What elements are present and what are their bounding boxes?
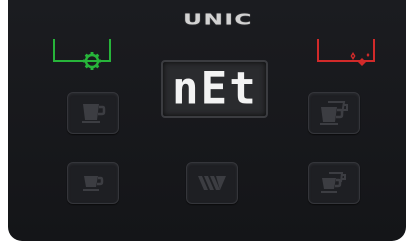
hot-water-button[interactable] <box>186 162 238 204</box>
small-cup-button[interactable] <box>67 162 119 204</box>
large-cup-icon <box>80 102 106 124</box>
hot-water-icon <box>196 174 228 192</box>
display-text: nEt <box>171 62 258 115</box>
double-small-cup-icon <box>319 172 349 194</box>
double-large-cup-icon <box>318 101 350 125</box>
status-display: nEt <box>161 60 268 118</box>
brand-logo-text: UNIC <box>183 9 253 29</box>
large-cup-button[interactable] <box>67 92 119 134</box>
brand-logo: UNIC <box>173 8 263 30</box>
control-panel: UNIC nEt <box>8 0 406 241</box>
small-cup-icon <box>81 174 105 192</box>
cleaning-indicator <box>50 37 114 70</box>
double-large-cup-button[interactable] <box>308 92 360 134</box>
double-small-cup-button[interactable] <box>308 162 360 204</box>
descaling-indicator <box>314 37 378 66</box>
